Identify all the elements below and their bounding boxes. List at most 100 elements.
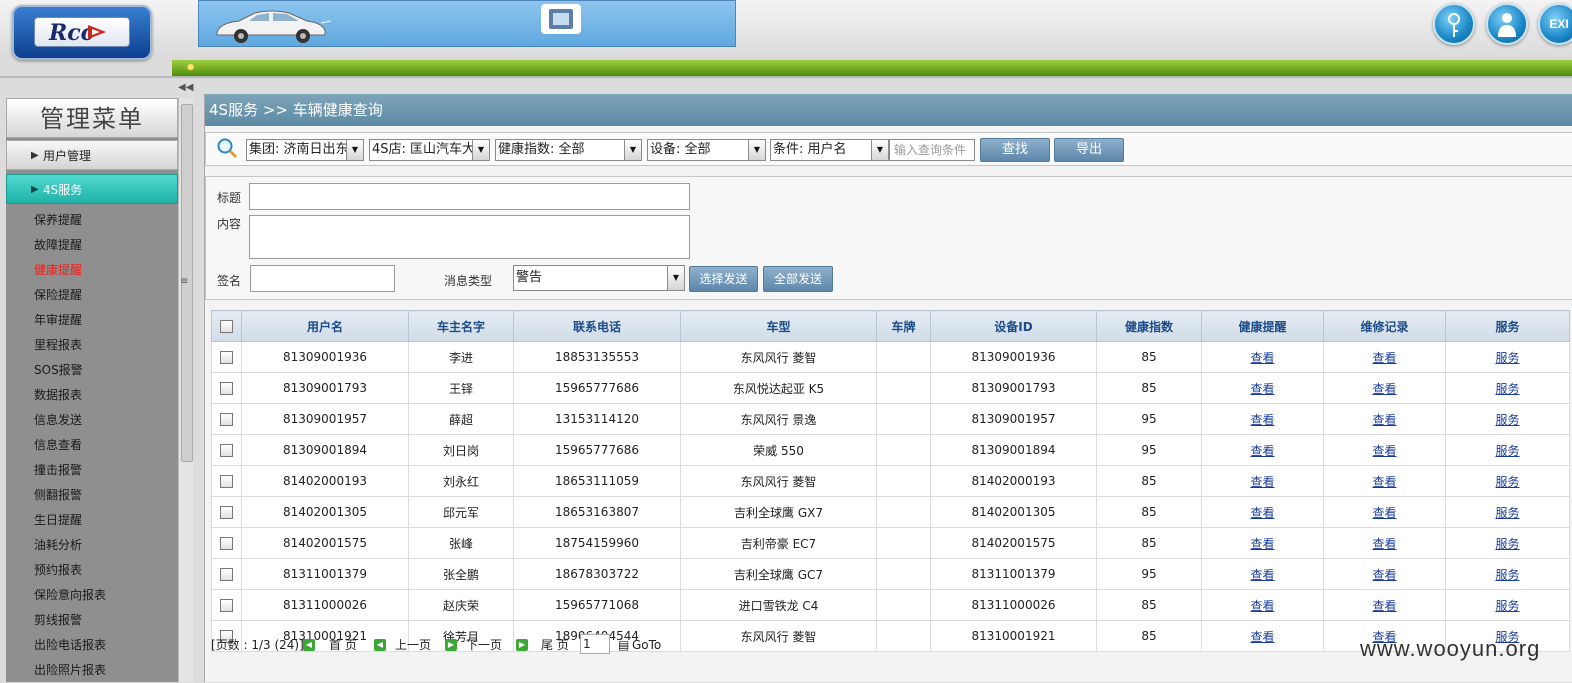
- repair-record-link[interactable]: 查看: [1372, 537, 1396, 551]
- last-page-link[interactable]: 尾 页: [541, 634, 569, 656]
- first-page-link[interactable]: 首 页: [329, 634, 357, 656]
- group-select[interactable]: 集团: 济南日出东 ▼: [246, 139, 364, 161]
- health-reminder-link[interactable]: 查看: [1250, 351, 1274, 365]
- row-checkbox[interactable]: [220, 506, 233, 519]
- rcc-logo[interactable]: Rcc: [12, 5, 152, 60]
- title-input[interactable]: [249, 183, 690, 210]
- repair-record-link[interactable]: 查看: [1372, 506, 1396, 520]
- sidebar-item[interactable]: 信息发送: [6, 408, 178, 433]
- query-input[interactable]: 输入查询条件: [889, 139, 975, 161]
- service-link[interactable]: 服务: [1495, 444, 1519, 458]
- col-phone[interactable]: 联系电话: [513, 310, 681, 342]
- content-textarea[interactable]: [249, 215, 690, 259]
- goto-icon[interactable]: ▤: [618, 634, 629, 656]
- service-link[interactable]: 服务: [1495, 506, 1519, 520]
- sidebar-item[interactable]: 侧翻报警: [6, 483, 178, 508]
- exit-button[interactable]: EXI: [1538, 3, 1572, 45]
- sidebar-item[interactable]: 年审提醒: [6, 308, 178, 333]
- health-reminder-link[interactable]: 查看: [1250, 537, 1274, 551]
- row-select-cell[interactable]: [211, 558, 242, 590]
- store-select[interactable]: 4S店: 匡山汽车大 ▼: [369, 139, 490, 161]
- select-all-checkbox[interactable]: [220, 320, 233, 333]
- goto-button[interactable]: GoTo: [632, 634, 661, 656]
- row-select-cell[interactable]: [211, 527, 242, 559]
- next-page-link[interactable]: 下一页: [466, 634, 502, 656]
- health-index-select[interactable]: 健康指数: 全部 ▼: [495, 139, 642, 161]
- repair-record-link[interactable]: 查看: [1372, 475, 1396, 489]
- sidebar-item[interactable]: 故障提醒: [6, 233, 178, 258]
- sidebar-item[interactable]: 数据报表: [6, 383, 178, 408]
- sidebar-item[interactable]: 撞击报警: [6, 458, 178, 483]
- sidebar-item[interactable]: 里程报表: [6, 333, 178, 358]
- row-select-cell[interactable]: [211, 589, 242, 621]
- col-device-id[interactable]: 设备ID: [930, 310, 1097, 342]
- health-reminder-link[interactable]: 查看: [1250, 444, 1274, 458]
- sidebar-item[interactable]: 保养提醒: [6, 208, 178, 233]
- menu-group-user-management[interactable]: ▶ 用户管理: [6, 140, 178, 170]
- col-plate[interactable]: 车牌: [876, 310, 931, 342]
- next-page-icon[interactable]: ▶: [445, 639, 457, 651]
- page-number-input[interactable]: 1: [580, 634, 610, 654]
- sidebar-item[interactable]: 油耗分析: [6, 533, 178, 558]
- send-all-button[interactable]: 全部发送: [763, 266, 833, 292]
- row-checkbox[interactable]: [220, 475, 233, 488]
- col-owner-name[interactable]: 车主名字: [408, 310, 514, 342]
- device-select[interactable]: 设备: 全部 ▼: [647, 139, 766, 161]
- service-link[interactable]: 服务: [1495, 413, 1519, 427]
- sidebar-item[interactable]: 出险照片报表: [6, 658, 178, 683]
- sidebar-item[interactable]: 健康提醒: [6, 258, 178, 283]
- sidebar-item[interactable]: SOS报警: [6, 358, 178, 383]
- signature-input[interactable]: [250, 265, 395, 292]
- health-reminder-link[interactable]: 查看: [1250, 568, 1274, 582]
- condition-select[interactable]: 条件: 用户名 ▼: [770, 139, 889, 161]
- sidebar-item[interactable]: 剪线报警: [6, 608, 178, 633]
- find-button[interactable]: 查找: [980, 138, 1050, 162]
- sidebar-item[interactable]: 预约报表: [6, 558, 178, 583]
- col-health-index[interactable]: 健康指数: [1096, 310, 1202, 342]
- row-select-cell[interactable]: [211, 434, 242, 466]
- repair-record-link[interactable]: 查看: [1372, 599, 1396, 613]
- health-reminder-link[interactable]: 查看: [1250, 506, 1274, 520]
- repair-record-link[interactable]: 查看: [1372, 568, 1396, 582]
- first-page-icon[interactable]: ◀: [303, 639, 315, 651]
- col-username[interactable]: 用户名: [241, 310, 409, 342]
- sidebar-scrollbar[interactable]: [178, 98, 193, 682]
- health-reminder-link[interactable]: 查看: [1250, 413, 1274, 427]
- sidebar-item[interactable]: 出险电话报表: [6, 633, 178, 658]
- service-link[interactable]: 服务: [1495, 568, 1519, 582]
- row-select-cell[interactable]: [211, 341, 242, 373]
- row-select-cell[interactable]: [211, 465, 242, 497]
- health-reminder-link[interactable]: 查看: [1250, 599, 1274, 613]
- row-checkbox[interactable]: [220, 413, 233, 426]
- user-button[interactable]: [1486, 3, 1528, 45]
- col-repair-record[interactable]: 维修记录: [1323, 310, 1446, 342]
- collapse-sidebar-button[interactable]: ◀◀: [178, 82, 193, 94]
- col-car-model[interactable]: 车型: [680, 310, 877, 342]
- repair-record-link[interactable]: 查看: [1372, 382, 1396, 396]
- splitter-handle[interactable]: ≡: [180, 276, 188, 287]
- service-link[interactable]: 服务: [1495, 351, 1519, 365]
- col-health-reminder[interactable]: 健康提醒: [1201, 310, 1324, 342]
- row-checkbox[interactable]: [220, 568, 233, 581]
- repair-record-link[interactable]: 查看: [1372, 444, 1396, 458]
- row-checkbox[interactable]: [220, 444, 233, 457]
- row-select-cell[interactable]: [211, 496, 242, 528]
- row-select-cell[interactable]: [211, 403, 242, 435]
- prev-page-icon[interactable]: ◀: [374, 639, 386, 651]
- service-link[interactable]: 服务: [1495, 475, 1519, 489]
- sidebar-item[interactable]: 生日提醒: [6, 508, 178, 533]
- row-checkbox[interactable]: [220, 351, 233, 364]
- export-button[interactable]: 导出: [1054, 138, 1124, 162]
- row-checkbox[interactable]: [220, 382, 233, 395]
- prev-page-link[interactable]: 上一页: [395, 634, 431, 656]
- health-reminder-link[interactable]: 查看: [1250, 630, 1274, 644]
- key-button[interactable]: [1433, 3, 1475, 45]
- sidebar-item[interactable]: 保险意向报表: [6, 583, 178, 608]
- row-checkbox[interactable]: [220, 599, 233, 612]
- sidebar-item[interactable]: 保险提醒: [6, 283, 178, 308]
- sidebar-item[interactable]: 信息查看: [6, 433, 178, 458]
- row-select-cell[interactable]: [211, 372, 242, 404]
- col-service[interactable]: 服务: [1445, 310, 1570, 342]
- last-page-icon[interactable]: ▶: [516, 639, 528, 651]
- repair-record-link[interactable]: 查看: [1372, 413, 1396, 427]
